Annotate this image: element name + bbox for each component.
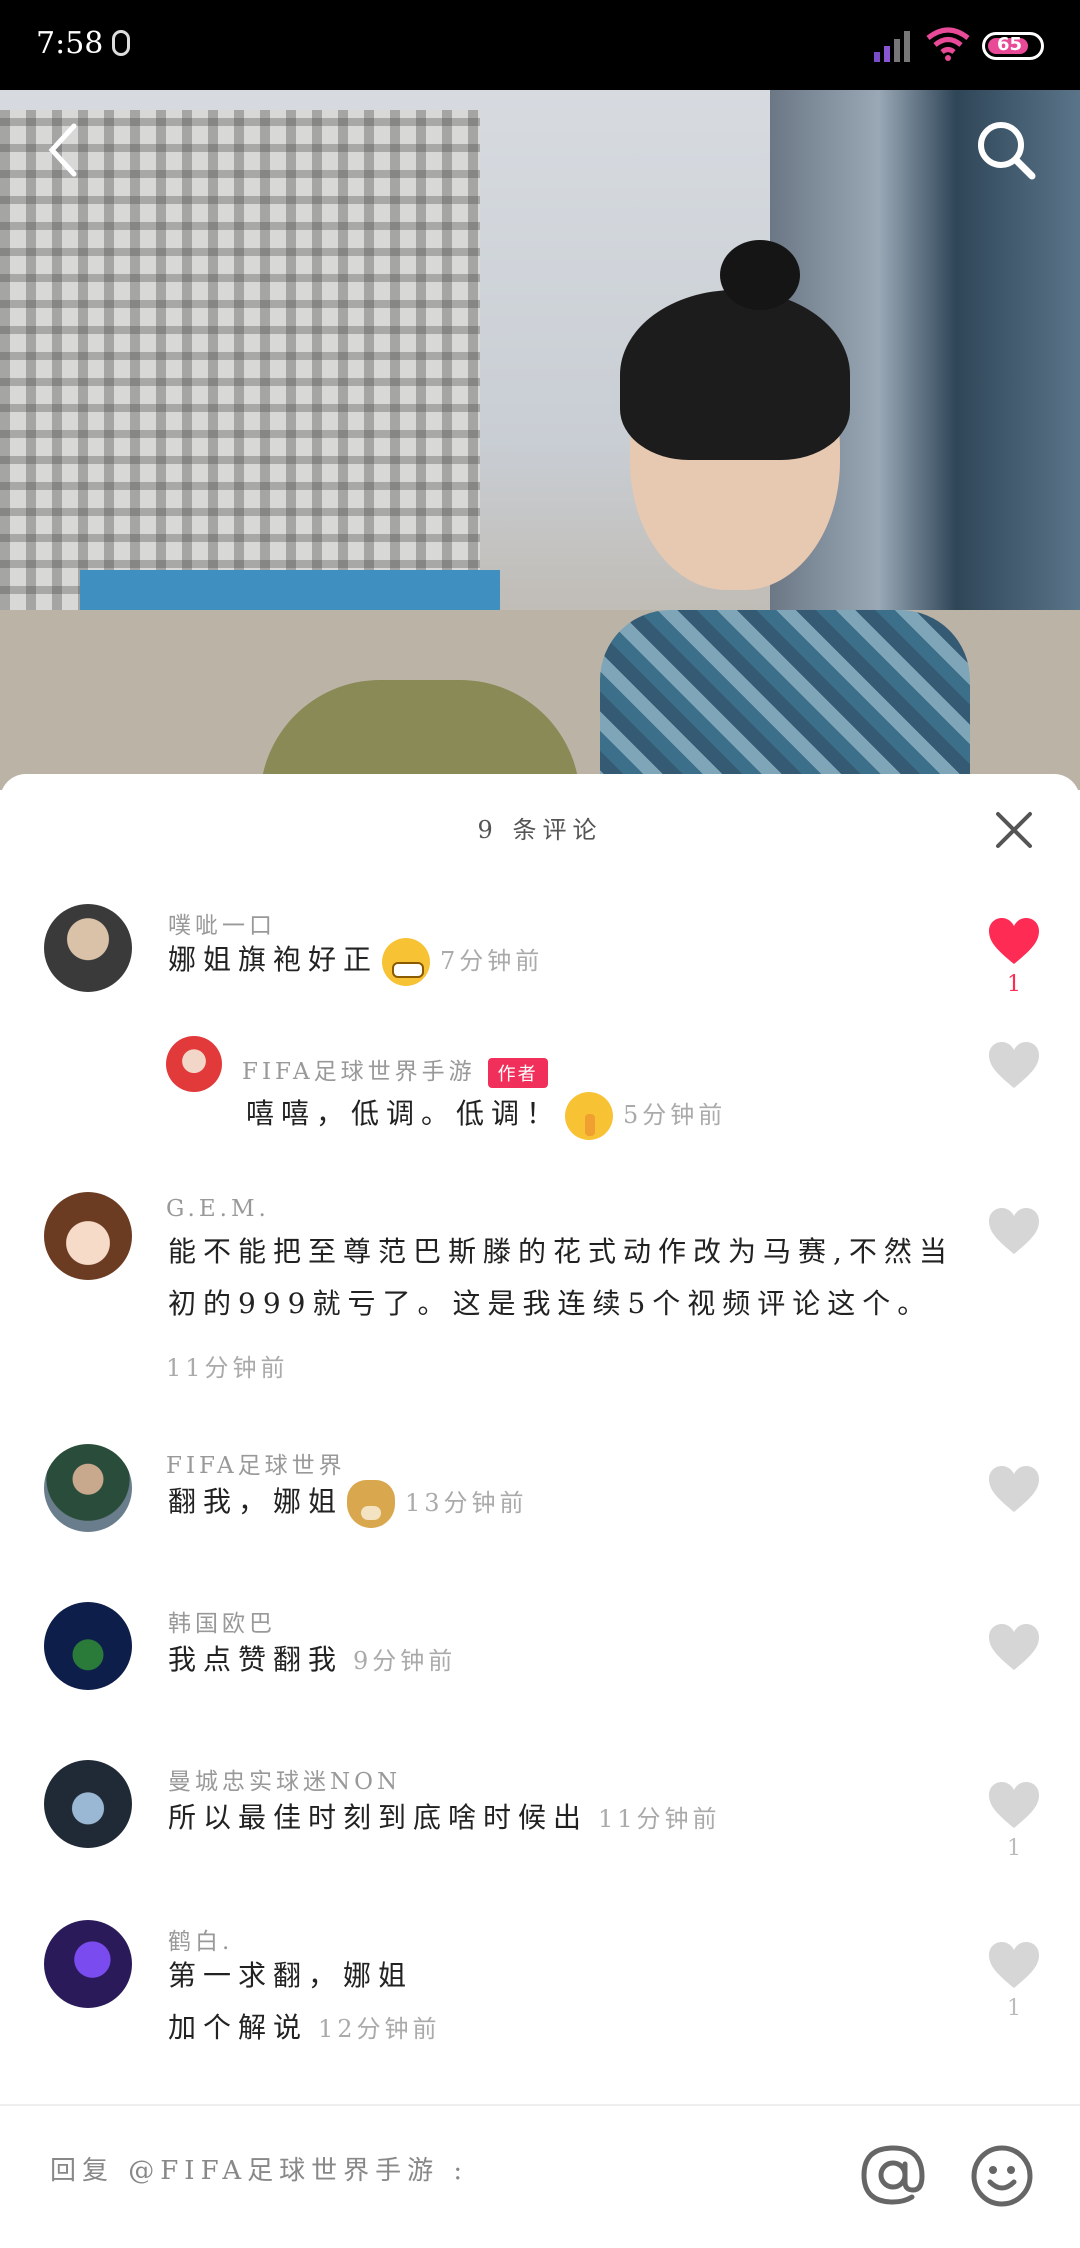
heart-icon[interactable] bbox=[987, 1940, 1041, 1990]
like-count: 1 bbox=[1007, 972, 1021, 997]
comment-author[interactable]: 韩国欧巴 bbox=[168, 1604, 276, 1638]
avatar[interactable] bbox=[44, 1192, 132, 1280]
heart-icon[interactable] bbox=[987, 1464, 1041, 1514]
search-icon[interactable] bbox=[974, 118, 1038, 182]
comments-count-title: 9 条评论 bbox=[477, 816, 603, 844]
comment-time: 12分钟前 bbox=[318, 2015, 441, 2043]
avatar[interactable] bbox=[44, 1760, 132, 1848]
video-person bbox=[600, 610, 970, 790]
doge-emoji-icon bbox=[347, 1479, 396, 1528]
comment-text: 所以最佳时刻到底啥时候出 11分钟前 bbox=[168, 1801, 721, 1834]
comment-text: 翻我，娜姐 13分钟前 bbox=[168, 1476, 528, 1529]
reply-input[interactable]: 回复 @FIFA足球世界手游 : bbox=[50, 2150, 468, 2187]
at-mention-icon[interactable] bbox=[858, 2140, 928, 2210]
avatar[interactable] bbox=[44, 1602, 132, 1690]
comment-text-line: 第一求翻，娜姐 bbox=[168, 1959, 414, 1992]
heart-icon[interactable] bbox=[987, 916, 1041, 966]
like-count: 1 bbox=[1007, 1996, 1021, 2021]
comment-time: 11分钟前 bbox=[598, 1805, 721, 1833]
battery-icon: 65 bbox=[982, 32, 1044, 60]
comment-time: 13分钟前 bbox=[405, 1489, 528, 1517]
avatar[interactable] bbox=[44, 1444, 132, 1532]
comments-sheet: 9 条评论 噗呲一口 娜姐旗袍好正 7分钟前 1 FIFA足球世界手游 作者 嘻嘻，… bbox=[0, 774, 1080, 2248]
comment-text-line: 初的999就亏了。这是我连续5个视频评论这个。 bbox=[168, 1287, 933, 1320]
comment-text: 嘻嘻，低调。低调！ 5分钟前 bbox=[246, 1088, 726, 1141]
comment-text-line: 能不能把至尊范巴斯滕的花式动作改为马赛,不然当 bbox=[168, 1235, 954, 1268]
wifi-icon bbox=[926, 27, 970, 61]
avatar[interactable] bbox=[44, 1920, 132, 2008]
status-bar: 7:58 65 bbox=[0, 0, 1080, 90]
comment-author[interactable]: FIFA足球世界手游 作者 bbox=[242, 1052, 548, 1088]
emoji-icon[interactable] bbox=[970, 2144, 1034, 2208]
comment-time: 5分钟前 bbox=[623, 1101, 727, 1129]
heart-icon[interactable] bbox=[987, 1622, 1041, 1672]
comment-text: 我点赞翻我 9分钟前 bbox=[168, 1643, 457, 1676]
comment-author[interactable]: FIFA足球世界 bbox=[166, 1446, 346, 1480]
chevron-left-icon[interactable] bbox=[44, 120, 84, 180]
comment-time: 9分钟前 bbox=[353, 1647, 457, 1675]
signal-icon bbox=[874, 31, 910, 62]
comment-text: 娜姐旗袍好正 7分钟前 bbox=[168, 934, 543, 987]
author-badge: 作者 bbox=[487, 1058, 548, 1088]
battery-level: 65 bbox=[997, 34, 1023, 55]
comment-text: 加个解说 12分钟前 bbox=[168, 2011, 441, 2044]
close-icon[interactable] bbox=[994, 810, 1034, 850]
heart-icon[interactable] bbox=[987, 1040, 1041, 1090]
grinning-emoji-icon bbox=[382, 937, 431, 986]
comment-author[interactable]: G.E.M. bbox=[166, 1196, 270, 1222]
video-player[interactable] bbox=[0, 90, 1080, 790]
notification-icon bbox=[112, 30, 130, 56]
avatar[interactable] bbox=[44, 904, 132, 992]
divider bbox=[0, 2104, 1080, 2106]
comment-time: 11分钟前 bbox=[166, 1354, 289, 1382]
comment-author[interactable]: 曼城忠实球迷NON bbox=[168, 1762, 401, 1796]
avatar[interactable] bbox=[166, 1036, 222, 1092]
heart-icon[interactable] bbox=[987, 1206, 1041, 1256]
status-time: 7:58 bbox=[36, 26, 104, 61]
like-count: 1 bbox=[1007, 1836, 1021, 1861]
heart-icon[interactable] bbox=[987, 1780, 1041, 1830]
comment-time: 7分钟前 bbox=[440, 947, 544, 975]
shushing-emoji-icon bbox=[565, 1091, 614, 1140]
